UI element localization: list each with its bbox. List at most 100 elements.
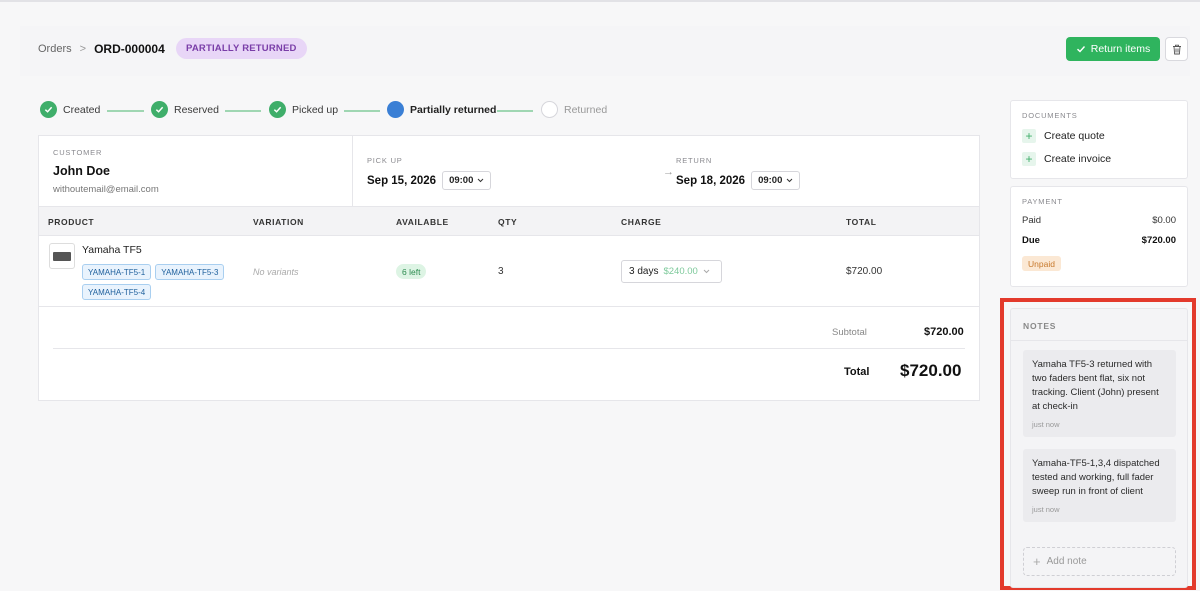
chevron-down-icon: [787, 178, 793, 183]
pickup-time-select[interactable]: 09:00: [442, 171, 492, 190]
create-invoice-label: Create invoice: [1044, 153, 1112, 165]
current-step-icon: [387, 101, 404, 118]
return-caption: RETURN: [676, 156, 713, 165]
payment-panel: PAYMENT Paid $0.00 Due $720.00 Unpaid: [1010, 186, 1188, 287]
top-border: [0, 0, 1200, 2]
step-label: Picked up: [292, 103, 339, 116]
step-connector: [225, 110, 261, 112]
step-reserved: Reserved: [151, 101, 219, 118]
plus-icon: +: [1022, 129, 1036, 143]
serial-tags: YAMAHA-TF5-1 YAMAHA-TF5-3 YAMAHA-TF5-4: [82, 264, 242, 300]
check-circle-icon: [40, 101, 57, 118]
pickup-caption: PICK UP: [367, 156, 403, 165]
return-time-value: 09:00: [758, 175, 783, 186]
column-header-charge: CHARGE: [621, 217, 662, 227]
due-row: Due $720.00: [1022, 235, 1176, 246]
breadcrumb: Orders > ORD-000004: [38, 42, 165, 56]
due-value: $720.00: [1141, 235, 1176, 246]
step-returned: Returned: [541, 101, 607, 118]
documents-title: DOCUMENTS: [1022, 111, 1078, 120]
return-items-button[interactable]: Return items: [1066, 37, 1160, 61]
customer-email: withoutemail@email.com: [53, 184, 159, 195]
step-picked-up: Picked up: [269, 101, 338, 118]
chevron-down-icon: [478, 178, 484, 183]
step-connector: [344, 110, 380, 112]
step-connector: [107, 110, 144, 112]
total-label: Total: [844, 366, 870, 378]
customer-name[interactable]: John Doe: [53, 164, 338, 178]
pickup-date[interactable]: Sep 15, 2026: [367, 175, 436, 187]
divider: [53, 348, 965, 349]
documents-panel: DOCUMENTS + Create quote + Create invoic…: [1010, 100, 1188, 179]
chevron-down-icon: [703, 269, 710, 274]
notes-title: NOTES: [1011, 309, 1187, 341]
order-card: CUSTOMER John Doe withoutemail@email.com…: [38, 135, 980, 401]
step-label: Created: [63, 103, 101, 116]
return-date[interactable]: Sep 18, 2026: [676, 175, 745, 187]
plus-icon: +: [1022, 152, 1036, 166]
note-item[interactable]: Yamaha-TF5-1,3,4 dispatched tested and w…: [1023, 449, 1176, 522]
column-header-qty: QTY: [498, 217, 518, 227]
trash-icon: [1172, 44, 1181, 54]
note-timestamp: just now: [1032, 505, 1060, 514]
create-invoice-button[interactable]: + Create invoice: [1022, 152, 1176, 166]
note-text: Yamaha TF5-3 returned with two faders be…: [1032, 359, 1159, 412]
check-circle-icon: [151, 101, 168, 118]
delete-order-button[interactable]: [1165, 37, 1188, 61]
step-label: Returned: [564, 103, 608, 116]
charge-price: $240.00: [663, 266, 698, 277]
chevron-right-icon: >: [79, 43, 87, 55]
page-header: Orders > ORD-000004 PARTIALLY RETURNED R…: [20, 26, 1190, 76]
breadcrumb-orders-link[interactable]: Orders: [38, 43, 72, 55]
row-total: $720.00: [846, 266, 883, 277]
column-header-variation: VARIATION: [253, 217, 304, 227]
create-quote-label: Create quote: [1044, 130, 1105, 142]
step-label: Partially returned: [410, 103, 497, 116]
plus-icon: +: [1033, 554, 1041, 569]
pickup-section: PICK UP Sep 15, 2026 09:00: [367, 156, 492, 190]
page-title: ORD-000004: [94, 42, 165, 56]
status-badge: PARTIALLY RETURNED: [176, 38, 307, 59]
subtotal-value: $720.00: [924, 326, 964, 338]
step-partially-returned: Partially returned: [387, 101, 496, 118]
column-header-total: TOTAL: [846, 217, 877, 227]
charge-select[interactable]: 3 days $240.00: [621, 260, 722, 283]
customer-section: CUSTOMER John Doe withoutemail@email.com: [39, 136, 353, 207]
check-circle-icon: [269, 101, 286, 118]
notes-panel: NOTES Yamaha TF5-3 returned with two fad…: [1010, 308, 1188, 588]
product-thumbnail: [49, 243, 75, 269]
step-label: Reserved: [174, 103, 219, 116]
payment-title: PAYMENT: [1022, 197, 1063, 206]
step-created: Created: [40, 101, 100, 118]
total-value: $720.00: [900, 361, 962, 380]
empty-circle-icon: [541, 101, 558, 118]
due-label: Due: [1022, 235, 1040, 246]
product-name[interactable]: Yamaha TF5: [82, 244, 142, 256]
variation-value: No variants: [253, 267, 299, 277]
order-info: CUSTOMER John Doe withoutemail@email.com…: [39, 136, 979, 207]
serial-tag[interactable]: YAMAHA-TF5-1: [82, 264, 152, 280]
subtotal-label: Subtotal: [832, 327, 867, 338]
payment-status-badge: Unpaid: [1022, 256, 1061, 271]
pickup-time-value: 09:00: [449, 175, 474, 186]
availability-badge: 6 left: [396, 264, 427, 279]
add-note-label: Add note: [1046, 556, 1087, 567]
return-items-label: Return items: [1090, 43, 1151, 55]
paid-label: Paid: [1022, 215, 1042, 226]
step-connector: [497, 110, 533, 112]
serial-tag[interactable]: YAMAHA-TF5-4: [82, 284, 152, 300]
table-row: Yamaha TF5 YAMAHA-TF5-1 YAMAHA-TF5-3 YAM…: [39, 236, 979, 307]
order-progress: Created Reserved Picked up Partially ret…: [40, 101, 660, 121]
column-header-available: AVAILABLE: [396, 217, 449, 227]
create-quote-button[interactable]: + Create quote: [1022, 129, 1176, 143]
return-section: RETURN Sep 18, 2026 09:00: [676, 156, 801, 190]
add-note-button[interactable]: + Add note: [1023, 547, 1176, 576]
customer-caption: CUSTOMER: [53, 148, 103, 157]
serial-tag[interactable]: YAMAHA-TF5-3: [155, 264, 225, 280]
arrow-right-icon: →: [663, 166, 674, 178]
note-timestamp: just now: [1032, 420, 1060, 429]
check-icon: [1076, 46, 1085, 53]
note-item[interactable]: Yamaha TF5-3 returned with two faders be…: [1023, 350, 1176, 437]
return-time-select[interactable]: 09:00: [751, 171, 801, 190]
quantity-value: 3: [498, 266, 504, 277]
